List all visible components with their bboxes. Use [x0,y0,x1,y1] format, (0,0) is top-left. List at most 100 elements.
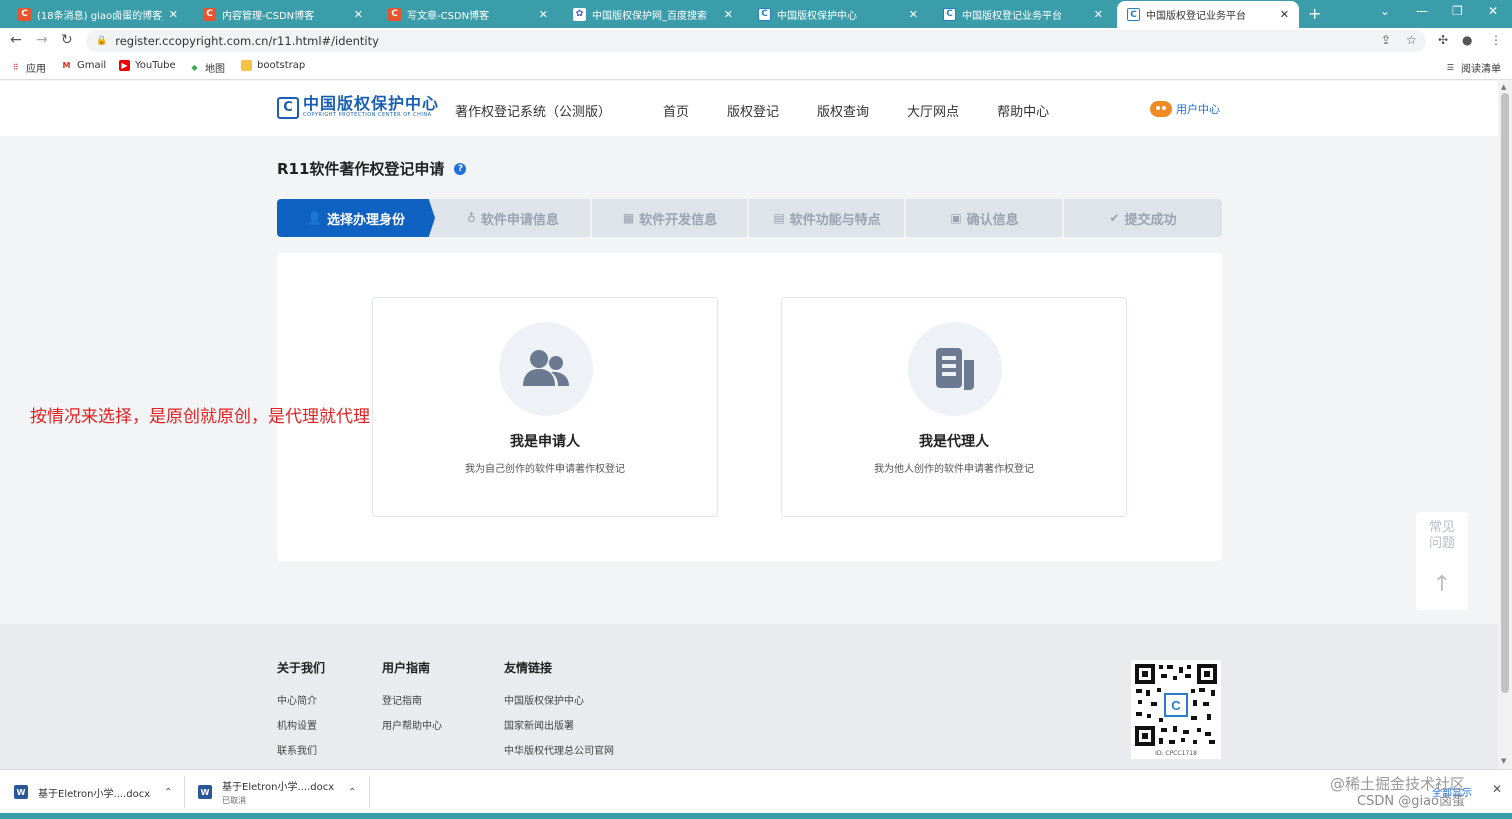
close-icon[interactable]: ✕ [1280,8,1289,21]
menu-icon[interactable]: ⋮ [1490,33,1502,47]
close-icon[interactable]: ✕ [354,8,363,21]
extensions-icon[interactable]: ✣ [1438,33,1448,47]
step-label: 选择办理身份 [326,212,405,228]
step-features[interactable]: ▤ 软件功能与特点 [749,199,905,237]
step-development-info[interactable]: ▦ 软件开发信息 [592,199,748,237]
browser-tab[interactable]: C 中国版权保护中心 ✕ [748,2,928,26]
chevron-up-icon[interactable]: ⌃ [164,787,172,798]
step-label: 提交成功 [1124,212,1177,228]
close-icon[interactable]: ✕ [1094,8,1103,21]
tab-title: (18条消息) giao卤蛋的博客_CSDN [37,10,163,22]
footer-link[interactable]: 中心简介 [277,692,325,707]
step-select-identity[interactable]: 👤 选择办理身份 [277,199,435,237]
new-tab-icon[interactable]: + [1308,4,1321,23]
download-item[interactable]: W 基于Eletron小学....docx 已取消 ⌃ [198,776,357,808]
nav-help[interactable]: 帮助中心 [997,101,1049,120]
user-center-link[interactable]: 用户中心 [1150,101,1220,117]
footer-link[interactable]: 中华版权代理总公司官网 [504,742,614,757]
bookmark-youtube[interactable]: ▶ YouTube [119,60,176,71]
agent-card[interactable]: 我是代理人 我为他人创作的软件申请著作权登记 [781,297,1127,517]
close-icon[interactable]: ✕ [1492,782,1502,796]
browser-tab[interactable]: ✿ 中国版权保护网_百度搜索 ✕ [563,2,743,26]
browser-tab[interactable]: C 中国版权登记业务平台 ✕ [933,2,1113,26]
chevron-up-icon[interactable]: ⌃ [348,787,356,798]
faq-button[interactable]: 常见 问题 [1416,520,1468,552]
nav-outlets[interactable]: 大厅网点 [907,101,959,120]
reading-list[interactable]: ☰ 阅读清单 [1445,60,1501,75]
nav-register[interactable]: 版权登记 [727,101,779,120]
close-icon[interactable]: ✕ [724,8,733,21]
card-description: 我为自己创作的软件申请著作权登记 [465,464,625,475]
lock-icon: 🔒 [96,36,108,46]
bookmark-gmail[interactable]: M Gmail [61,60,107,71]
bookmark-apps[interactable]: ⠿ 应用 [10,60,46,75]
bookmark-bootstrap[interactable]: bootstrap [241,60,305,71]
step-submitted[interactable]: ✔ 提交成功 [1064,199,1222,237]
apps-grid-icon: ⠿ [12,63,19,72]
back-icon[interactable]: ← [10,32,22,48]
csdn-icon: C [203,7,216,21]
bookmark-label: 应用 [26,64,46,75]
tab-title: 写文章-CSDN博客 [407,10,490,22]
bookmark-maps[interactable]: ◆ 地图 [189,60,225,75]
help-icon[interactable]: ? [454,162,467,175]
watermark-line2: CSDN @giao卤蛋 [1357,794,1466,809]
step-confirm[interactable]: ▣ 确认信息 [906,199,1063,237]
browser-tab-active[interactable]: C 中国版权登记业务平台 ✕ [1117,1,1299,28]
footer-link[interactable]: 机构设置 [277,717,325,732]
cpcc-icon: C [1127,8,1140,21]
close-icon[interactable]: ✕ [909,8,918,21]
footer-heading: 用户指南 [382,661,431,675]
cpcc-logo-icon: C [277,96,299,119]
browser-tab[interactable]: C 内容管理-CSDN博客 ✕ [193,2,373,26]
footer-heading: 友情链接 [504,661,553,675]
card-description: 我为他人创作的软件申请著作权登记 [874,464,1034,475]
user-avatar-icon [1150,101,1172,117]
nav-home[interactable]: 首页 [663,101,689,120]
bookmark-label: Gmail [77,60,107,71]
footer-link[interactable]: 联系我们 [277,742,325,757]
footer-link[interactable]: 国家新闻出版署 [504,717,614,732]
share-icon[interactable]: ⇪ [1381,33,1391,47]
reading-list-icon: ☰ [1446,63,1455,72]
restore-icon[interactable]: ❐ [1452,4,1463,18]
url-text: register.ccopyright.com.cn/r11.html#/ide… [115,34,379,48]
download-divider [369,776,370,808]
step-software-application[interactable]: ♁ 软件申请信息 [435,199,591,237]
bookmark-label: YouTube [135,60,176,71]
download-item[interactable]: W 基于Eletron小学....docx ⌃ [14,776,173,808]
star-icon[interactable]: ☆ [1406,33,1417,47]
vertical-scrollbar[interactable]: ▲ ▼ [1498,81,1512,769]
window-close-icon[interactable]: ✕ [1488,4,1498,18]
download-filename: 基于Eletron小学....docx [222,782,335,793]
bookmark-label: 地图 [205,64,225,75]
footer-link[interactable]: 登记指南 [382,692,442,707]
scroll-thumb[interactable] [1501,93,1509,693]
file-stack-icon [936,348,974,390]
footer-link[interactable]: 中国版权保护中心 [504,692,614,707]
applicant-card[interactable]: 我是申请人 我为自己创作的软件申请著作权登记 [372,297,718,517]
browser-tab[interactable]: C 写文章-CSDN博客 ✕ [378,2,558,26]
reload-icon[interactable]: ↻ [61,32,73,48]
minimize-icon[interactable]: — [1416,4,1428,18]
close-icon[interactable]: ✕ [169,8,178,21]
page-title: R11软件著作权登记申请 ? [277,158,467,179]
site-logo[interactable]: C 中国版权保护中心 COPYRIGHT PROTECTION CENTER O… [277,96,439,119]
scroll-up-icon[interactable]: ▲ [1501,83,1506,91]
check-circle-icon: ✔ [1109,211,1120,225]
users-icon [523,350,569,386]
csdn-icon: C [18,7,31,21]
forward-icon[interactable]: → [36,32,48,48]
nav-query[interactable]: 版权查询 [817,101,869,120]
scroll-down-icon[interactable]: ▼ [1501,757,1506,765]
url-input[interactable]: 🔒 register.ccopyright.com.cn/r11.html#/i… [86,30,1426,52]
site-footer: 关于我们 中心简介 机构设置 联系我们 用户指南 登记指南 用户帮助中心 友情链… [0,624,1498,769]
faq-label-line1: 常见 [1428,520,1455,535]
footer-column-about: 关于我们 中心简介 机构设置 联系我们 [277,659,325,767]
browser-tab[interactable]: C (18条消息) giao卤蛋的博客_CSDN ✕ [8,2,188,26]
profile-icon[interactable]: ● [1462,33,1472,47]
close-icon[interactable]: ✕ [539,8,548,21]
tab-search-icon[interactable]: ⌄ [1380,4,1390,18]
back-to-top-icon[interactable]: ↑ [1416,572,1468,597]
footer-link[interactable]: 用户帮助中心 [382,717,442,732]
